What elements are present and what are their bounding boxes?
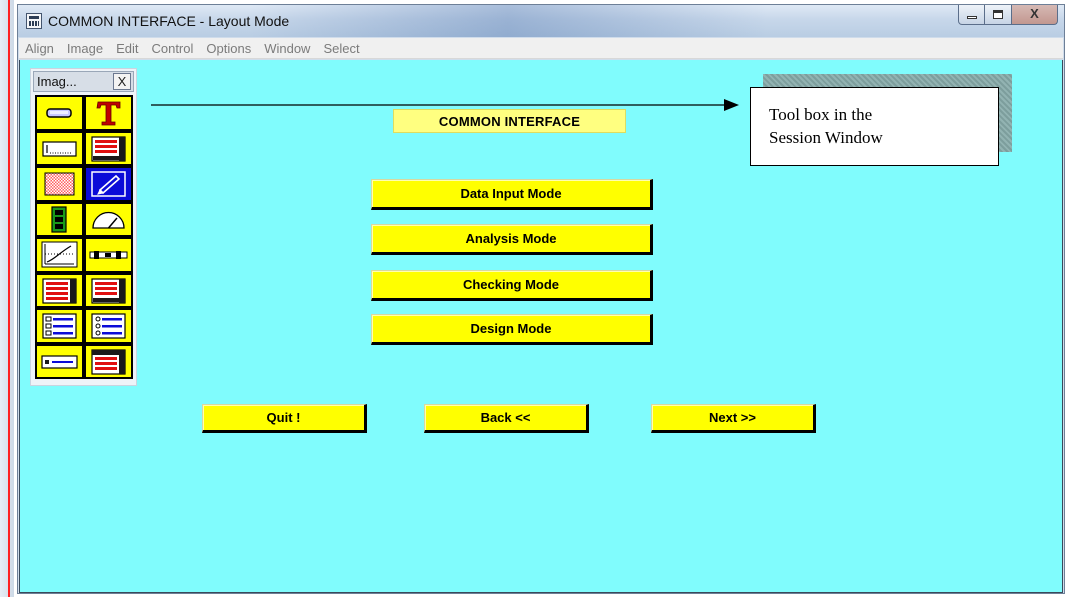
- menu-window[interactable]: Window: [264, 41, 310, 56]
- traffic-light-tool-icon[interactable]: [35, 201, 84, 237]
- design-mode-button[interactable]: Design Mode: [371, 314, 653, 345]
- table-window-tool-icon[interactable]: [84, 343, 133, 379]
- menu-image[interactable]: Image: [67, 41, 103, 56]
- window-edge-highlight: [8, 0, 10, 597]
- design-title-label[interactable]: COMMON INTERFACE: [393, 109, 626, 133]
- bar-list-alt-tool-icon[interactable]: [84, 272, 133, 308]
- minimize-button[interactable]: [958, 5, 985, 25]
- window-controls: X: [958, 5, 1058, 25]
- checking-mode-button[interactable]: Checking Mode: [371, 270, 653, 301]
- input-field-tool-icon[interactable]: [35, 130, 84, 166]
- maximize-button[interactable]: [985, 5, 1012, 25]
- toolbox-title: Imag...: [37, 74, 77, 89]
- image-toolbox: Imag... X: [30, 68, 137, 386]
- analysis-mode-button[interactable]: Analysis Mode: [371, 224, 653, 255]
- button-tool-icon[interactable]: [35, 343, 84, 379]
- toolbox-grid: [35, 95, 133, 379]
- pattern-tool-icon[interactable]: [35, 166, 84, 202]
- pen-tool-icon[interactable]: [84, 166, 133, 202]
- menu-align[interactable]: Align: [25, 41, 54, 56]
- close-button[interactable]: X: [1012, 5, 1058, 25]
- next-button[interactable]: Next >>: [651, 404, 816, 433]
- minimize-icon: [967, 16, 977, 19]
- data-input-mode-button[interactable]: Data Input Mode: [371, 179, 653, 210]
- toolbox-close-button[interactable]: X: [113, 73, 131, 90]
- toolbox-header[interactable]: Imag... X: [33, 71, 134, 92]
- graph-tool-icon[interactable]: [35, 237, 84, 273]
- menu-options[interactable]: Options: [206, 41, 251, 56]
- callout-text-line-2: Session Window: [769, 128, 883, 147]
- checklist-tool-icon[interactable]: [84, 308, 133, 344]
- menu-bar: Align Image Edit Control Options Window …: [19, 38, 1063, 59]
- title-bar-glow: [248, 5, 768, 37]
- maximize-icon: [993, 10, 1003, 19]
- callout-text-line-1: Tool box in the: [769, 105, 873, 124]
- menu-control[interactable]: Control: [151, 41, 193, 56]
- list-window-tool-icon[interactable]: [84, 130, 133, 166]
- desktop-edge: [0, 0, 14, 597]
- list-box-tool-icon[interactable]: [35, 308, 84, 344]
- back-button[interactable]: Back <<: [424, 404, 589, 433]
- app-window: COMMON INTERFACE - Layout Mode X Align I…: [17, 4, 1065, 594]
- menu-edit[interactable]: Edit: [116, 41, 138, 56]
- slider-tool-icon[interactable]: [84, 237, 133, 273]
- app-icon[interactable]: [26, 13, 42, 29]
- bar-list-tool-icon[interactable]: [35, 272, 84, 308]
- field-tool-icon[interactable]: [35, 95, 84, 131]
- layout-canvas[interactable]: Imag... X COMMON INTERFACE Data Input Mo…: [19, 60, 1063, 593]
- menu-select[interactable]: Select: [323, 41, 359, 56]
- text-tool-icon[interactable]: [84, 95, 133, 131]
- close-icon: X: [1030, 6, 1039, 21]
- toolbox-callout: Tool box in the Session Window: [750, 87, 999, 166]
- quit-button[interactable]: Quit !: [202, 404, 367, 433]
- gauge-tool-icon[interactable]: [84, 201, 133, 237]
- title-bar[interactable]: COMMON INTERFACE - Layout Mode X: [18, 5, 1064, 37]
- window-title: COMMON INTERFACE - Layout Mode: [48, 13, 290, 29]
